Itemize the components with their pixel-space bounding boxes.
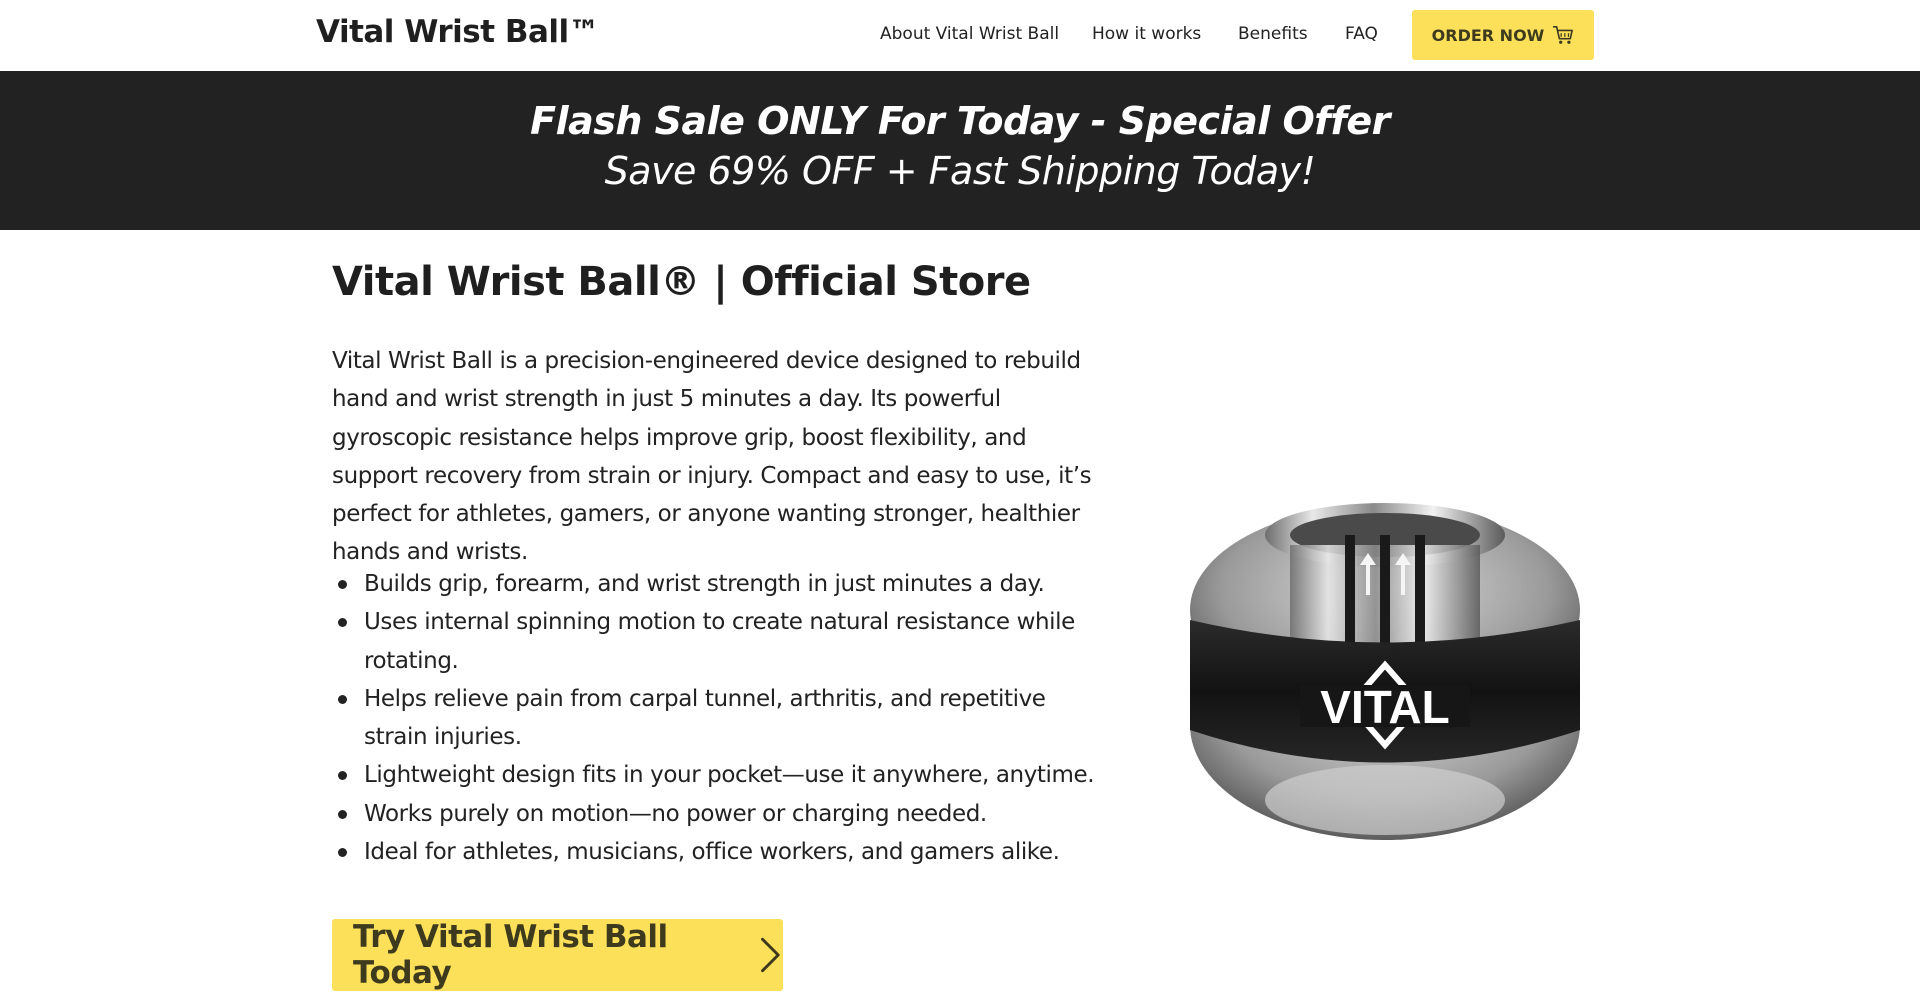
product-brand-text: VITAL bbox=[1320, 681, 1449, 733]
feature-list: Builds grip, forearm, and wrist strength… bbox=[332, 565, 1112, 871]
site-logo[interactable]: Vital Wrist Ball™ bbox=[316, 14, 600, 50]
feature-text: Builds grip, forearm, and wrist strength… bbox=[364, 571, 1045, 597]
bullet-icon bbox=[338, 809, 347, 819]
order-now-label: ORDER NOW bbox=[1431, 25, 1545, 45]
cart-icon bbox=[1553, 26, 1574, 44]
feature-text: Helps relieve pain from carpal tunnel, a… bbox=[364, 685, 1046, 751]
feature-item: Works purely on motion—no power or charg… bbox=[332, 795, 1112, 833]
feature-text: Lightweight design fits in your pocket—u… bbox=[364, 762, 1095, 789]
bullet-icon bbox=[338, 618, 347, 628]
banner-subheadline: Save 69% OFF + Fast Shipping Today! bbox=[604, 149, 1316, 193]
site-header: Vital Wrist Ball™ About Vital Wrist Ball… bbox=[0, 0, 1920, 71]
feature-text: Ideal for athletes, musicians, office wo… bbox=[364, 839, 1060, 866]
nav-link-about[interactable]: About Vital Wrist Ball bbox=[880, 24, 1059, 44]
product-image: VITAL bbox=[1190, 503, 1580, 840]
page-title: Vital Wrist Ball® | Official Store bbox=[332, 259, 1031, 305]
try-product-label: Try Vital Wrist Ball Today bbox=[353, 919, 668, 991]
bullet-icon bbox=[338, 580, 347, 589]
feature-text: Uses internal spinning motion to create … bbox=[364, 609, 1075, 674]
bullet-icon bbox=[338, 694, 347, 704]
product-description: Vital Wrist Ball is a precision-engineer… bbox=[332, 348, 1092, 566]
chevron-right-icon bbox=[761, 937, 780, 973]
sale-banner: Flash Sale ONLY For Today - Special Offe… bbox=[0, 71, 1920, 230]
try-product-button[interactable]: Try Vital Wrist Ball Today bbox=[332, 919, 783, 991]
feature-item: Builds grip, forearm, and wrist strength… bbox=[332, 565, 1112, 603]
nav-link-faq[interactable]: FAQ bbox=[1345, 24, 1378, 44]
banner-headline: Flash Sale ONLY For Today - Special Offe… bbox=[530, 99, 1390, 143]
bullet-icon bbox=[338, 771, 347, 781]
feature-item: Ideal for athletes, musicians, office wo… bbox=[332, 833, 1112, 871]
nav-link-benefits[interactable]: Benefits bbox=[1238, 24, 1308, 44]
bullet-icon bbox=[338, 848, 347, 858]
feature-text: Works purely on motion—no power or charg… bbox=[364, 800, 987, 827]
feature-item: Uses internal spinning motion to create … bbox=[332, 603, 1112, 680]
feature-item: Lightweight design fits in your pocket—u… bbox=[332, 756, 1112, 794]
order-now-button[interactable]: ORDER NOW bbox=[1412, 10, 1594, 60]
feature-item: Helps relieve pain from carpal tunnel, a… bbox=[332, 680, 1112, 757]
nav-link-how-it-works[interactable]: How it works bbox=[1092, 24, 1201, 44]
